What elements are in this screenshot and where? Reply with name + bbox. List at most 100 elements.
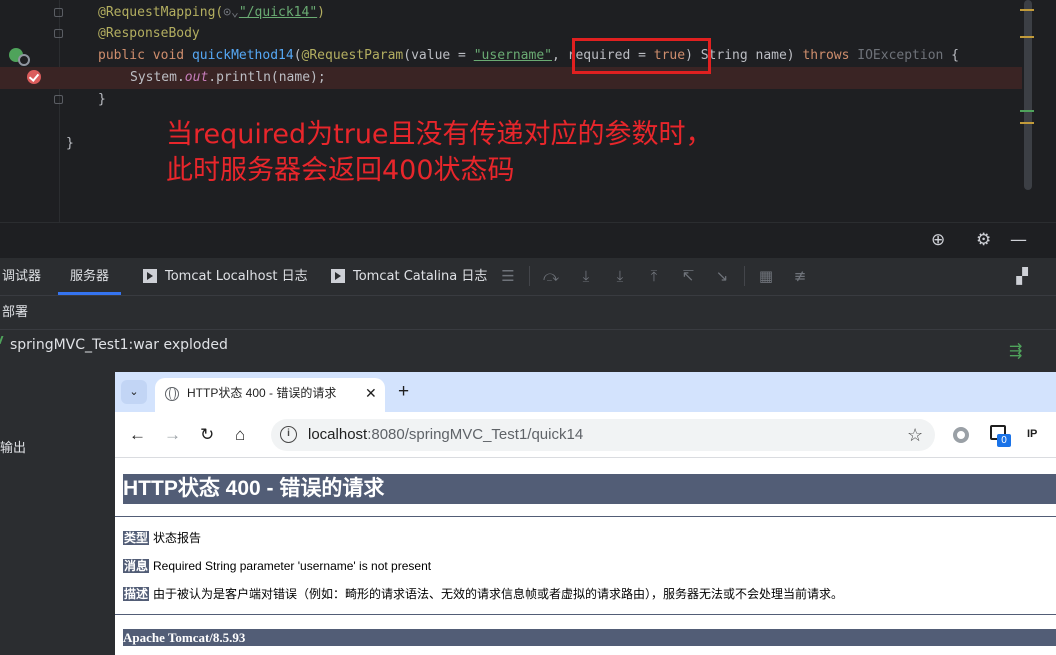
address-url[interactable]: localhost:8080/springMVC_Test1/quick14 [308, 419, 583, 451]
code-keyword: throws [802, 48, 850, 63]
gear-icon[interactable]: ⚙ [976, 230, 991, 250]
new-tab-button[interactable]: + [398, 380, 409, 404]
divider [115, 614, 1056, 615]
drop-frame-icon[interactable]: ↸ [679, 268, 697, 284]
code-editor[interactable]: @RequestMapping(⊙⌄"/quick14") @ResponseB… [0, 0, 1056, 222]
close-icon[interactable]: ✕ [365, 378, 377, 408]
ip-extension-icon[interactable]: IP [1027, 426, 1037, 442]
url-host: localhost [308, 426, 368, 443]
vertical-scrollbar[interactable] [1024, 0, 1032, 190]
forward-icon[interactable]: → [164, 425, 181, 445]
terminal-icon [143, 268, 157, 283]
home-icon[interactable]: ⌂ [235, 425, 245, 445]
divider [115, 516, 1056, 517]
code-text: ( [293, 48, 302, 63]
fold-icon[interactable] [54, 8, 63, 17]
code-text: (value = [403, 48, 474, 63]
evaluate-icon[interactable]: ▦ [757, 268, 775, 284]
run-method-icon[interactable] [9, 48, 30, 66]
extension-badge: 0 [997, 434, 1011, 447]
bookmark-star-icon[interactable]: ☆ [907, 419, 923, 451]
back-icon[interactable]: ← [129, 425, 146, 445]
code-annotation: @RequestParam [301, 48, 404, 63]
scroll-marker [1020, 36, 1034, 38]
code-string: "/quick14" [238, 5, 318, 20]
description-label: 描述 [123, 587, 150, 601]
tab-server[interactable]: 服务器 [58, 258, 122, 295]
code-text: } [98, 92, 106, 107]
type-row: 类型 状态报告 [123, 530, 201, 546]
step-over-icon[interactable]: ⤼ [542, 268, 560, 284]
url-mapping-icon[interactable]: ⊙⌄ [223, 5, 239, 20]
code-line-println[interactable]: System.out.println(name); [0, 67, 1022, 89]
redeploy-icon[interactable]: ⇶ [1009, 342, 1027, 360]
scroll-marker [1020, 122, 1034, 124]
output-label: 输出 [0, 441, 27, 456]
address-bar[interactable]: i localhost:8080/springMVC_Test1/quick14… [271, 419, 935, 451]
annotation-note-line1: 当required为true且没有传递对应的参数时， [166, 119, 713, 150]
code-text: System. [130, 70, 185, 85]
scroll-marker [1020, 9, 1034, 11]
code-line-close-method[interactable]: } [0, 89, 1022, 111]
layout-icon[interactable]: ▞ [1013, 268, 1031, 284]
fold-icon[interactable] [54, 95, 63, 104]
code-keyword: void [152, 48, 185, 63]
code-method-name: quickMethod14 [191, 48, 294, 63]
code-field: out [184, 70, 209, 85]
code-annotation: @ResponseBody [98, 26, 200, 41]
browser-tab-title: HTTP状态 400 - 错误的请求 [187, 386, 337, 400]
tool-window-tabs: 调试器 服务器 Tomcat Localhost 日志 Tomcat Catal… [0, 258, 1056, 296]
server-footer: Apache Tomcat/8.5.93 [123, 629, 1056, 646]
code-line-request-mapping[interactable]: @RequestMapping(⊙⌄"/quick14") [0, 2, 1022, 24]
menu-icon[interactable]: ☰ [499, 268, 517, 284]
browser-tabstrip: ⌄ HTTP状态 400 - 错误的请求 ✕ + [115, 372, 1056, 412]
trace-icon[interactable]: ≢ [791, 268, 809, 284]
code-paren: ) [317, 5, 325, 20]
force-step-into-icon[interactable]: ⤓ [611, 268, 629, 284]
highlight-box [572, 38, 711, 74]
code-line-method-signature[interactable]: public void quickMethod14(@RequestParam(… [0, 45, 1022, 67]
message-label: 消息 [123, 559, 150, 573]
page-content: HTTP状态 400 - 错误的请求 类型 状态报告 消息 Required Str… [115, 459, 1056, 655]
message-value: Required String parameter 'username' is … [153, 559, 432, 573]
globe-icon [165, 387, 179, 401]
browser-tab[interactable]: HTTP状态 400 - 错误的请求 ✕ [155, 378, 385, 412]
code-text: { [943, 48, 960, 63]
page-title: HTTP状态 400 - 错误的请求 [123, 474, 1056, 504]
code-exception-type: IOException [857, 48, 944, 63]
info-icon[interactable]: i [280, 426, 297, 443]
reload-icon[interactable]: ↻ [200, 425, 214, 445]
code-keyword: public [98, 48, 145, 63]
tab-debugger[interactable]: 调试器 [2, 258, 41, 295]
run-to-cursor-icon[interactable]: ↘ [713, 268, 731, 284]
extension-icon[interactable] [953, 427, 969, 443]
minimize-icon[interactable]: — [1010, 230, 1027, 250]
step-into-icon[interactable]: ⤓ [577, 268, 595, 284]
url-path: :8080/springMVC_Test1/quick14 [367, 426, 584, 443]
annotation-note-line2: 此时服务器会返回400状态码 [166, 155, 515, 186]
type-label: 类型 [123, 531, 150, 545]
tab-search-button[interactable]: ⌄ [121, 380, 147, 404]
message-row: 消息 Required String parameter 'username' i… [123, 558, 431, 574]
target-icon[interactable]: ⊕ [931, 230, 945, 250]
deployment-header-label: 部署 [2, 305, 29, 320]
toolbar-separator [529, 266, 530, 286]
description-row: 描述 由于被认为是客户端对错误（例如：畸形的请求语法、无效的请求信息帧或者虚拟的请… [123, 586, 843, 602]
deployment-header: 部署 [0, 296, 1056, 330]
tab-label: Tomcat Localhost 日志 [165, 269, 308, 284]
step-out-icon[interactable]: ⤒ [645, 268, 663, 284]
toolbar-separator [744, 266, 745, 286]
deployment-item[interactable]: springMVC_Test1:war exploded [10, 336, 228, 354]
type-value: 状态报告 [153, 531, 202, 545]
tool-window-header [0, 222, 1056, 258]
browser-window: ⌄ HTTP状态 400 - 错误的请求 ✕ + ← → ↻ ⌂ i local… [115, 372, 1056, 655]
tab-tomcat-catalina-log[interactable]: Tomcat Catalina 日志 [331, 258, 487, 295]
code-string: "username" [473, 48, 552, 63]
code-text: .println(name); [208, 70, 326, 85]
code-line-response-body[interactable]: @ResponseBody [0, 23, 1022, 45]
breakpoint-icon[interactable] [27, 70, 41, 84]
fold-icon[interactable] [54, 29, 63, 38]
description-value: 由于被认为是客户端对错误（例如：畸形的请求语法、无效的请求信息帧或者虚拟的请求路… [153, 587, 844, 601]
code-text: } [66, 136, 74, 151]
tab-tomcat-localhost-log[interactable]: Tomcat Localhost 日志 [143, 258, 308, 295]
